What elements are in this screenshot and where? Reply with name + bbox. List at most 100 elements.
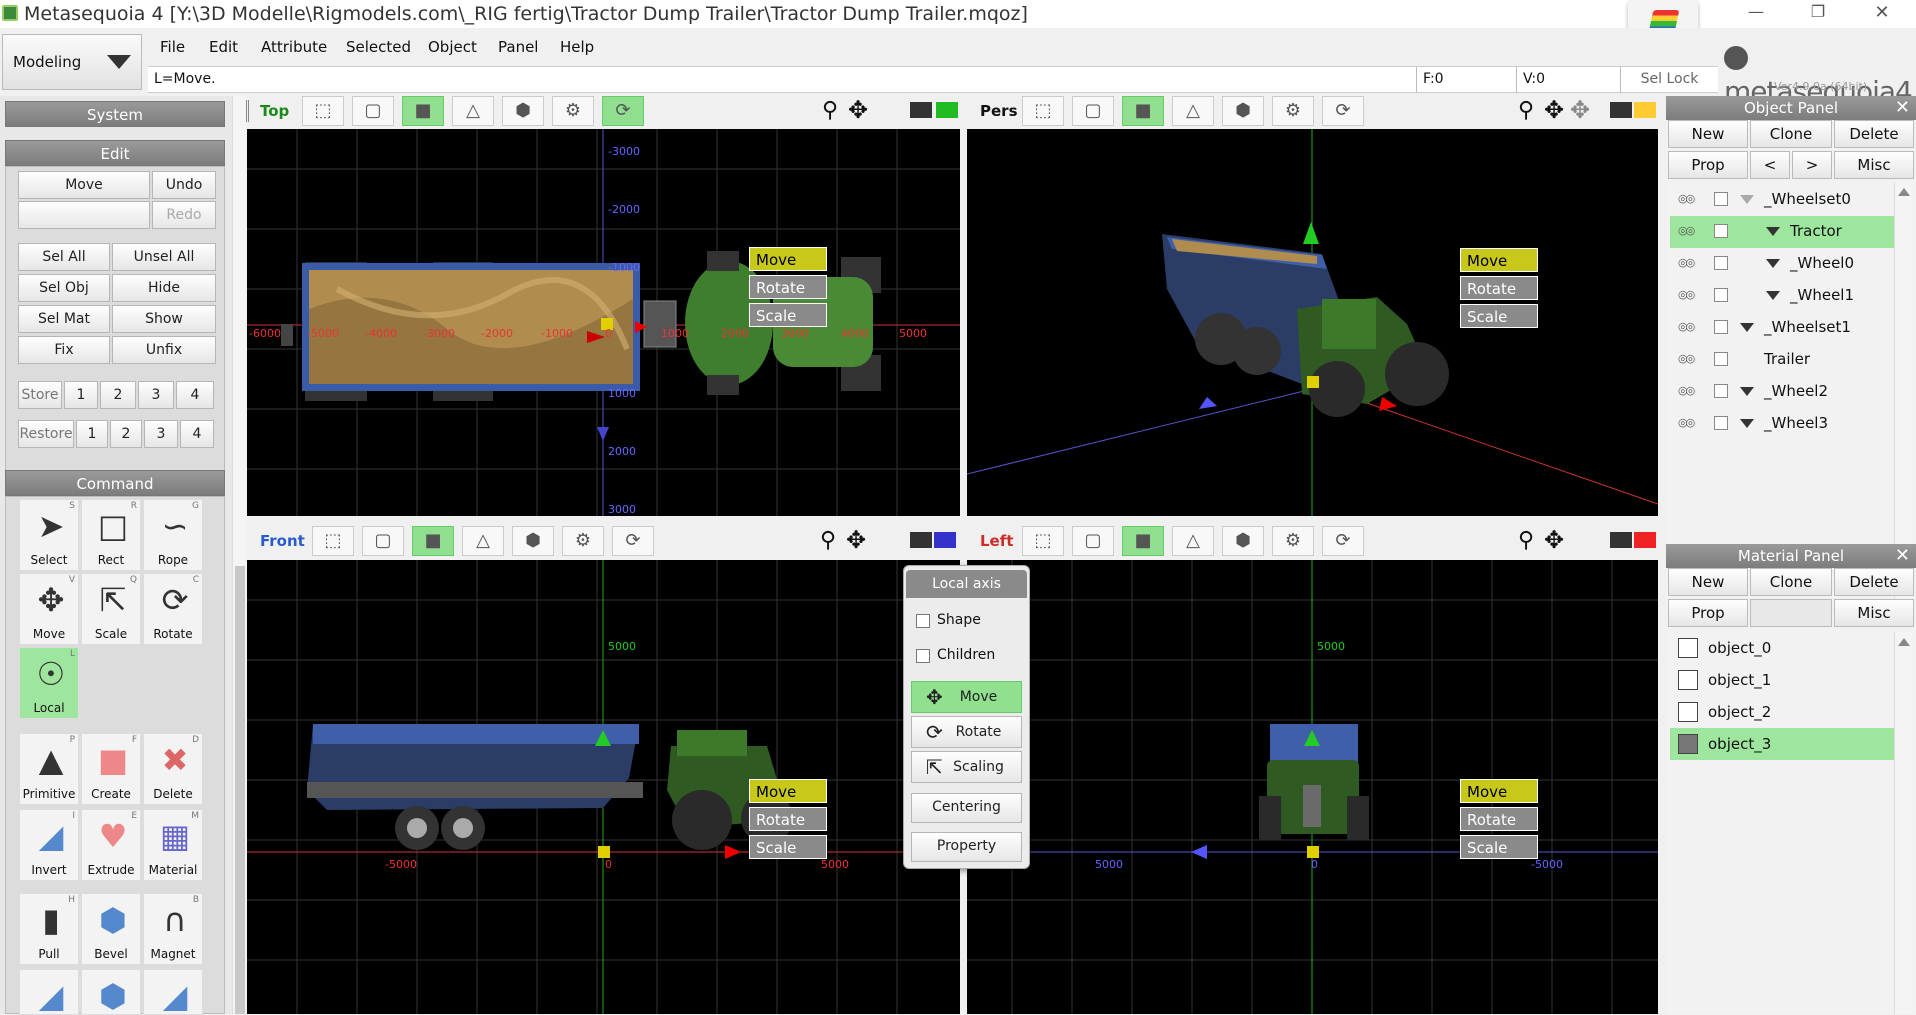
material-prop-button[interactable]: Prop <box>1668 599 1748 627</box>
expand-tri-icon[interactable] <box>1766 259 1780 268</box>
pan-icon[interactable]: ✥ <box>848 96 868 124</box>
material-row[interactable]: object_2 <box>1670 696 1894 728</box>
rotate-handle-tag[interactable]: Rotate <box>749 807 827 831</box>
refresh-icon[interactable]: ⟳ <box>1322 526 1364 556</box>
centering-button[interactable]: Centering <box>911 793 1022 823</box>
scale-handle-tag[interactable]: Scale <box>749 303 827 327</box>
texture-icon[interactable]: △ <box>1172 526 1214 556</box>
lock-checkbox[interactable] <box>1714 352 1728 366</box>
shaded-icon[interactable]: ■ <box>1122 526 1164 556</box>
sel-obj-button[interactable]: Sel Obj <box>18 274 110 302</box>
primitive-tool[interactable]: P ▲ Primitive <box>19 733 79 805</box>
bevel-tool[interactable]: ⬢ Bevel <box>81 893 141 965</box>
select-tool[interactable]: S ➤ Select <box>19 499 79 571</box>
object-row[interactable]: ◎◎ _Wheelset1 <box>1670 312 1894 344</box>
material-row[interactable]: object_1 <box>1670 664 1894 696</box>
lock-checkbox[interactable] <box>1714 416 1728 430</box>
material-tool[interactable]: M ▦ Material <box>143 809 203 881</box>
shaded-icon[interactable]: ■ <box>412 526 454 556</box>
blue-screen-icon[interactable] <box>934 532 956 548</box>
move-handle-tag[interactable]: Move <box>749 247 827 271</box>
scale-tool[interactable]: Q ⇱ Scale <box>81 573 141 645</box>
close-icon[interactable]: ✕ <box>1868 2 1896 24</box>
screen-icon[interactable] <box>1610 102 1632 118</box>
rotate-handle-tag[interactable]: Rotate <box>1460 807 1538 831</box>
screen-icon[interactable] <box>910 102 932 118</box>
children-checkbox[interactable] <box>916 649 930 663</box>
object-prop-button[interactable]: Prop <box>1668 151 1748 179</box>
move-tool[interactable]: V ✥ Move <box>19 573 79 645</box>
magnet-tool[interactable]: B ∩ Magnet <box>143 893 203 965</box>
show-button[interactable]: Show <box>112 305 216 333</box>
screen-icon[interactable] <box>910 532 932 548</box>
menu-attribute[interactable]: Attribute <box>261 38 327 56</box>
texture-icon[interactable]: △ <box>1172 96 1214 126</box>
orbit-icon[interactable]: ✥ <box>1570 96 1590 124</box>
cube-view-icon[interactable]: ⬢ <box>1222 526 1264 556</box>
close-icon[interactable]: ✕ <box>1895 96 1910 120</box>
restore-slot-4[interactable]: 4 <box>180 420 214 448</box>
material-misc-button[interactable]: Misc <box>1834 599 1914 627</box>
expand-tri-icon[interactable] <box>1766 227 1780 236</box>
material-new-button[interactable]: New <box>1668 568 1748 596</box>
wireframe-icon[interactable]: ▢ <box>352 96 394 126</box>
visibility-eye-icon[interactable]: ◎◎ <box>1678 192 1704 206</box>
popup-scaling-button[interactable]: ⇱ Scaling <box>911 751 1022 783</box>
wire-vertex-icon[interactable]: ⬚ <box>302 96 344 126</box>
lock-checkbox[interactable] <box>1714 320 1728 334</box>
local-tool[interactable]: L ☉ Local <box>19 647 79 719</box>
rotate-tool[interactable]: C ⟳ Rotate <box>143 573 203 645</box>
redo-button[interactable]: Redo <box>152 201 216 229</box>
shape-checkbox[interactable] <box>916 614 930 628</box>
fix-button[interactable]: Fix <box>18 336 110 364</box>
rotate-handle-tag[interactable]: Rotate <box>1460 276 1538 300</box>
left-viewport[interactable]: 5000 5000 0 -5000 Move Rotate Scale <box>967 560 1658 1014</box>
visibility-eye-icon[interactable]: ◎◎ <box>1678 320 1704 334</box>
close-icon[interactable]: ✕ <box>1895 544 1910 568</box>
visibility-eye-icon[interactable]: ◎◎ <box>1678 416 1704 430</box>
store-slot-1[interactable]: 1 <box>64 381 98 409</box>
material-delete-button[interactable]: Delete <box>1834 568 1914 596</box>
maximize-icon[interactable]: ❐ <box>1804 2 1832 24</box>
pan-icon[interactable]: ✥ <box>1544 526 1564 554</box>
expand-tri-icon[interactable] <box>1740 323 1754 332</box>
rope-tool[interactable]: G ∽ Rope <box>143 499 203 571</box>
move-handle-tag[interactable]: Move <box>749 779 827 803</box>
pan-icon[interactable]: ✥ <box>1544 96 1564 124</box>
sel-mat-button[interactable]: Sel Mat <box>18 305 110 333</box>
delete-tool[interactable]: D ✖ Delete <box>143 733 203 805</box>
zoom-icon[interactable]: ⚲ <box>822 98 838 123</box>
gear-icon[interactable]: ⚙ <box>1272 526 1314 556</box>
edit-header[interactable]: Edit <box>5 140 225 166</box>
pan-icon[interactable]: ✥ <box>846 526 866 554</box>
visibility-eye-icon[interactable]: ◎◎ <box>1678 224 1704 238</box>
visibility-eye-icon[interactable]: ◎◎ <box>1678 384 1704 398</box>
move-handle-tag[interactable]: Move <box>1460 248 1538 272</box>
restore-slot-2[interactable]: 2 <box>110 420 142 448</box>
object-row[interactable]: ◎◎ Tractor <box>1670 216 1894 248</box>
green-screen-icon[interactable] <box>936 102 958 118</box>
pers-viewport[interactable]: Move Rotate Scale <box>967 129 1658 516</box>
shaded-icon[interactable]: ■ <box>1122 96 1164 126</box>
material-clone-button[interactable]: Clone <box>1750 568 1832 596</box>
wire-vertex-icon[interactable]: ⬚ <box>1022 526 1064 556</box>
menu-help[interactable]: Help <box>560 38 594 56</box>
zoom-icon[interactable]: ⚲ <box>1518 528 1534 553</box>
zoom-icon[interactable]: ⚲ <box>1518 98 1534 123</box>
scale-handle-tag[interactable]: Scale <box>1460 304 1538 328</box>
expand-tri-icon[interactable] <box>1766 291 1780 300</box>
object-clone-button[interactable]: Clone <box>1750 120 1832 148</box>
rect-tool[interactable]: R □ Rect <box>81 499 141 571</box>
undo-button[interactable]: Undo <box>152 171 216 199</box>
object-row[interactable]: ◎◎ _Wheel1 <box>1670 280 1894 312</box>
move-handle-tag[interactable]: Move <box>1460 779 1538 803</box>
hide-button[interactable]: Hide <box>112 274 216 302</box>
visibility-eye-icon[interactable]: ◎◎ <box>1678 352 1704 366</box>
cube-view-icon[interactable]: ⬢ <box>1222 96 1264 126</box>
wireframe-icon[interactable]: ▢ <box>1072 526 1114 556</box>
red-screen-icon[interactable] <box>1634 532 1656 548</box>
cube-view-icon[interactable]: ⬢ <box>512 526 554 556</box>
mode-selector[interactable]: Modeling <box>2 34 142 90</box>
material-row[interactable]: object_0 <box>1670 632 1894 664</box>
scale-handle-tag[interactable]: Scale <box>1460 835 1538 859</box>
